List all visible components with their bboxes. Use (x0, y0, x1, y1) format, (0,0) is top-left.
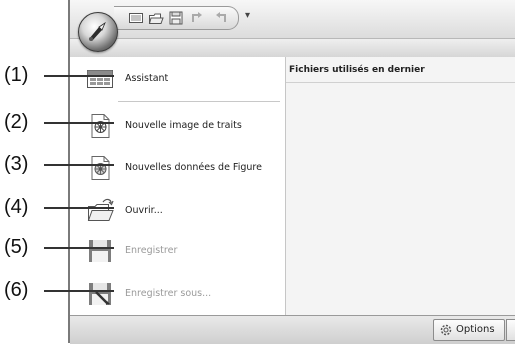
customize-dropdown-icon[interactable]: ▾ (245, 9, 255, 23)
recent-files-panel (286, 57, 515, 315)
quick-access-toolbar (114, 6, 239, 30)
menu-separator (118, 101, 280, 102)
menu-item-label: Enregistrer sous... (125, 288, 212, 299)
callout-line (44, 207, 114, 209)
ribbon-strip (70, 39, 515, 58)
callout-4: (4) (0, 194, 120, 220)
options-gear-icon (440, 324, 452, 336)
callout-line (44, 122, 114, 124)
new-icon[interactable] (128, 10, 144, 26)
callout-number: (3) (4, 153, 29, 175)
open-icon[interactable] (148, 10, 164, 26)
callout-line (44, 75, 114, 77)
callout-number: (1) (4, 64, 29, 86)
menu-item-label: Ouvrir... (125, 205, 163, 216)
options-label: Options (456, 324, 495, 335)
callout-3: (3) (0, 151, 120, 177)
undo-icon[interactable] (190, 10, 206, 26)
application-logo-icon (89, 21, 106, 41)
callout-number: (6) (4, 279, 29, 301)
callout-2: (2) (0, 109, 120, 135)
options-button[interactable]: Options (433, 319, 505, 341)
callout-1: (1) (0, 62, 120, 88)
exit-button[interactable] (506, 319, 515, 341)
callout-number: (4) (4, 196, 29, 218)
callout-5: (5) (0, 234, 120, 260)
menu-item-label: Enregistrer (125, 245, 178, 256)
save-icon[interactable] (168, 10, 184, 26)
callout-line (44, 164, 114, 166)
menu-item-label: Nouvelle image de traits (125, 120, 242, 131)
callout-number: (5) (4, 236, 29, 258)
callout-line (44, 247, 114, 249)
callout-6: (6) (0, 277, 120, 303)
callout-number: (2) (4, 111, 29, 133)
callout-line (44, 290, 114, 292)
recent-files-divider (286, 82, 515, 83)
menu-item-label: Nouvelles données de Figure (125, 162, 262, 173)
redo-icon[interactable] (212, 10, 228, 26)
recent-files-title: Fichiers utilisés en dernier (289, 65, 425, 75)
menu-item-label: Assistant (125, 73, 169, 84)
application-button[interactable] (78, 12, 118, 52)
